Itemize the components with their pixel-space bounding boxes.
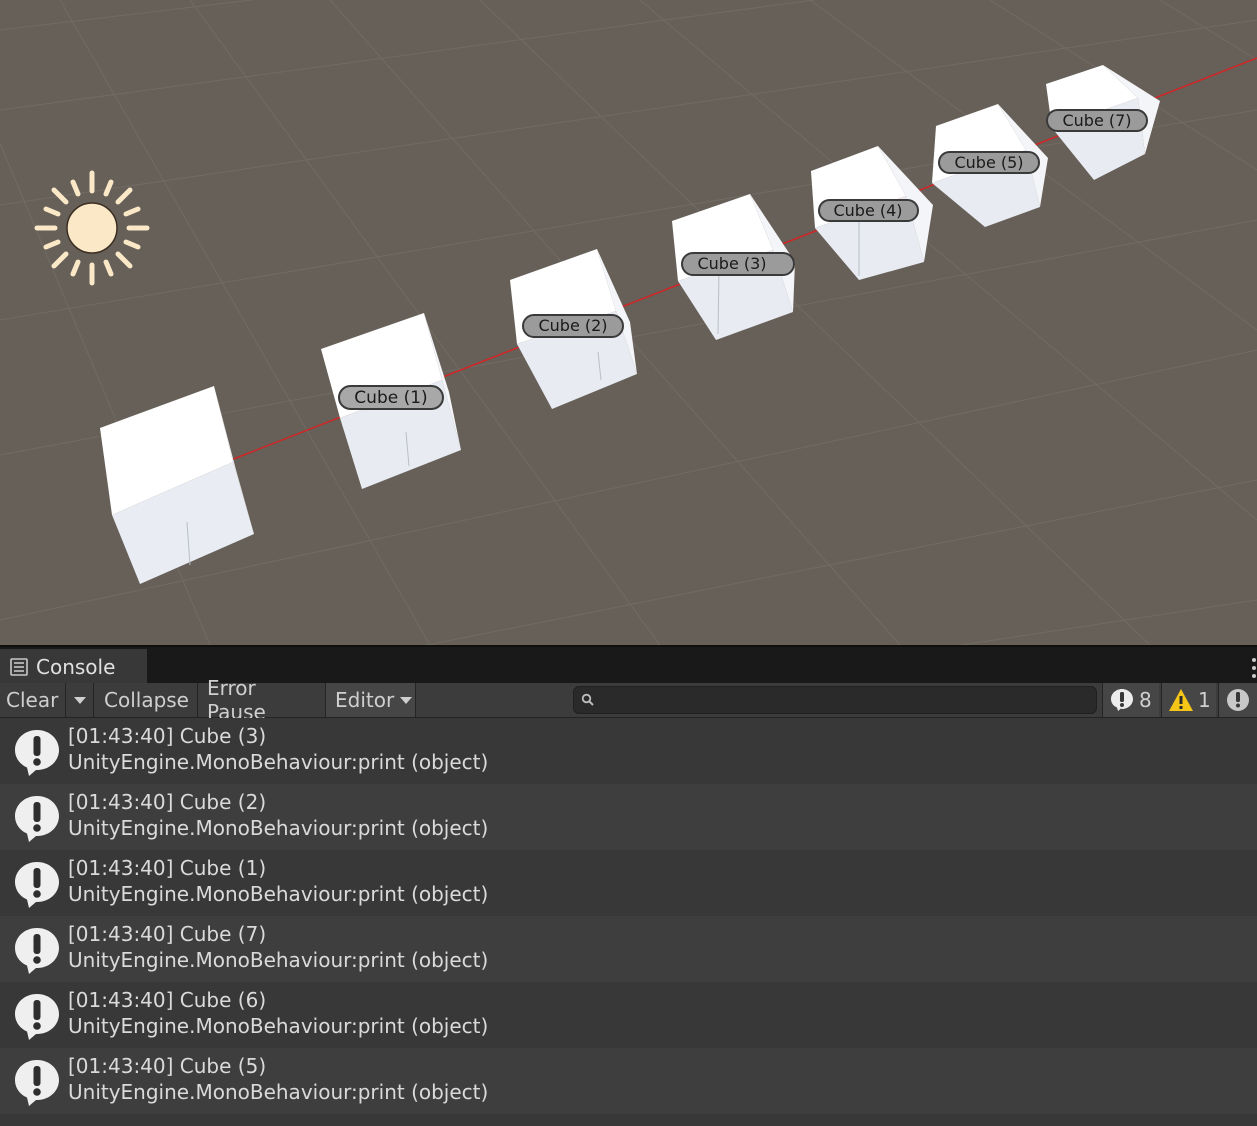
search-input[interactable] xyxy=(573,686,1097,714)
log-message: [01:43:40] Cube (2) xyxy=(68,790,267,814)
warning-count: 1 xyxy=(1198,688,1211,712)
cube-label-text: Cube (3) xyxy=(697,254,766,273)
log-stacktrace: UnityEngine.MonoBehaviour:print (object) xyxy=(68,882,489,906)
log-entry[interactable]: [01:43:40] Cube (3) UnityEngine.MonoBeha… xyxy=(0,718,1257,784)
log-stacktrace: UnityEngine.MonoBehaviour:print (object) xyxy=(68,750,489,774)
clear-button[interactable]: Clear xyxy=(0,683,66,717)
info-message-icon xyxy=(15,994,59,1040)
scene-canvas[interactable]: Cube (1) Cube (2) Cube (3) Cube (4) Cube… xyxy=(0,0,1257,645)
editor-dropdown[interactable]: Editor xyxy=(326,683,416,717)
chevron-down-icon xyxy=(74,696,86,704)
log-entry[interactable]: [01:43:40] Cube (7) UnityEngine.MonoBeha… xyxy=(0,916,1257,982)
log-message: [01:43:40] Cube (1) xyxy=(68,856,267,880)
cube-label[interactable]: Cube (4) xyxy=(818,199,919,222)
cube-label-text: Cube (2) xyxy=(538,316,607,335)
info-message-icon xyxy=(15,796,59,842)
sun-icon[interactable] xyxy=(34,170,150,286)
scene-view[interactable]: Cube (1) Cube (2) Cube (3) Cube (4) Cube… xyxy=(0,0,1257,645)
log-stacktrace: UnityEngine.MonoBehaviour:print (object) xyxy=(68,1080,489,1104)
log-entry[interactable]: [01:43:40] Cube (1) UnityEngine.MonoBeha… xyxy=(0,850,1257,916)
log-message: [01:43:40] Cube (3) xyxy=(68,724,267,748)
log-stacktrace: UnityEngine.MonoBehaviour:print (object) xyxy=(68,1014,489,1038)
log-entry[interactable]: [01:43:40] Cube (5) UnityEngine.MonoBeha… xyxy=(0,1048,1257,1114)
log-entry[interactable]: [01:43:40] Cube (2) UnityEngine.MonoBeha… xyxy=(0,784,1257,850)
log-stacktrace: UnityEngine.MonoBehaviour:print (object) xyxy=(68,816,489,840)
clear-button-label: Clear xyxy=(6,688,59,712)
info-filter-toggle[interactable]: 8 xyxy=(1102,683,1159,717)
more-options-icon[interactable] xyxy=(1251,657,1257,679)
error-icon xyxy=(1227,689,1249,711)
console-toolbar: Clear Collapse Error Pause Editor 8 1 xyxy=(0,676,1257,724)
info-message-icon xyxy=(15,1060,59,1106)
cube-label-text: Cube (4) xyxy=(833,201,902,220)
info-message-icon xyxy=(15,928,59,974)
cube-label-text: Cube (1) xyxy=(354,388,427,408)
cube-label-text: Cube (7) xyxy=(1062,111,1131,130)
cube-label[interactable]: Cube (7) xyxy=(1046,109,1148,132)
cube-object[interactable] xyxy=(100,386,254,584)
cube-label[interactable]: Cube (5) xyxy=(938,151,1040,174)
cube-label[interactable]: Cube (1) xyxy=(338,385,444,410)
log-message: [01:43:40] Cube (5) xyxy=(68,1054,267,1078)
log-text: [01:43:40] Cube (7) UnityEngine.MonoBeha… xyxy=(68,921,488,973)
log-list[interactable]: [01:43:40] Cube (3) UnityEngine.MonoBeha… xyxy=(0,718,1257,1126)
info-message-icon xyxy=(15,730,59,776)
info-message-icon xyxy=(15,862,59,908)
error-filter-toggle[interactable] xyxy=(1218,683,1257,717)
warning-icon xyxy=(1169,689,1193,711)
log-entry[interactable]: [01:43:40] Cube (6) UnityEngine.MonoBeha… xyxy=(0,982,1257,1048)
error-pause-button[interactable]: Error Pause xyxy=(198,676,326,724)
info-icon xyxy=(1111,689,1133,711)
console-panel: Console Clear Collapse Error Pause Edito… xyxy=(0,645,1257,1126)
log-message: [01:43:40] Cube (7) xyxy=(68,922,267,946)
collapse-button[interactable]: Collapse xyxy=(94,683,198,717)
info-count: 8 xyxy=(1139,688,1152,712)
search-icon xyxy=(581,693,594,706)
collapse-button-label: Collapse xyxy=(104,688,189,712)
editor-dropdown-label: Editor xyxy=(335,688,395,712)
console-tab[interactable]: Console xyxy=(0,649,147,685)
log-text: [01:43:40] Cube (1) UnityEngine.MonoBeha… xyxy=(68,855,488,907)
log-text: [01:43:40] Cube (3) UnityEngine.MonoBeha… xyxy=(68,723,488,775)
cube-label-text: Cube (5) xyxy=(954,153,1023,172)
console-tab-label: Console xyxy=(36,655,116,679)
error-pause-button-label: Error Pause xyxy=(207,676,266,724)
log-message: [01:43:40] Cube (6) xyxy=(68,988,267,1012)
cube-label[interactable]: Cube (3) xyxy=(681,252,795,276)
log-text: [01:43:40] Cube (5) UnityEngine.MonoBeha… xyxy=(68,1053,488,1105)
clear-options-dropdown[interactable] xyxy=(66,683,94,717)
console-tab-bar: Console xyxy=(0,645,1257,685)
log-stacktrace: UnityEngine.MonoBehaviour:print (object) xyxy=(68,948,489,972)
log-text: [01:43:40] Cube (6) UnityEngine.MonoBeha… xyxy=(68,987,488,1039)
cube-label[interactable]: Cube (2) xyxy=(522,314,624,338)
warning-filter-toggle[interactable]: 1 xyxy=(1161,683,1216,717)
chevron-down-icon xyxy=(400,696,413,704)
log-text: [01:43:40] Cube (2) UnityEngine.MonoBeha… xyxy=(68,789,488,841)
console-icon xyxy=(10,658,28,676)
